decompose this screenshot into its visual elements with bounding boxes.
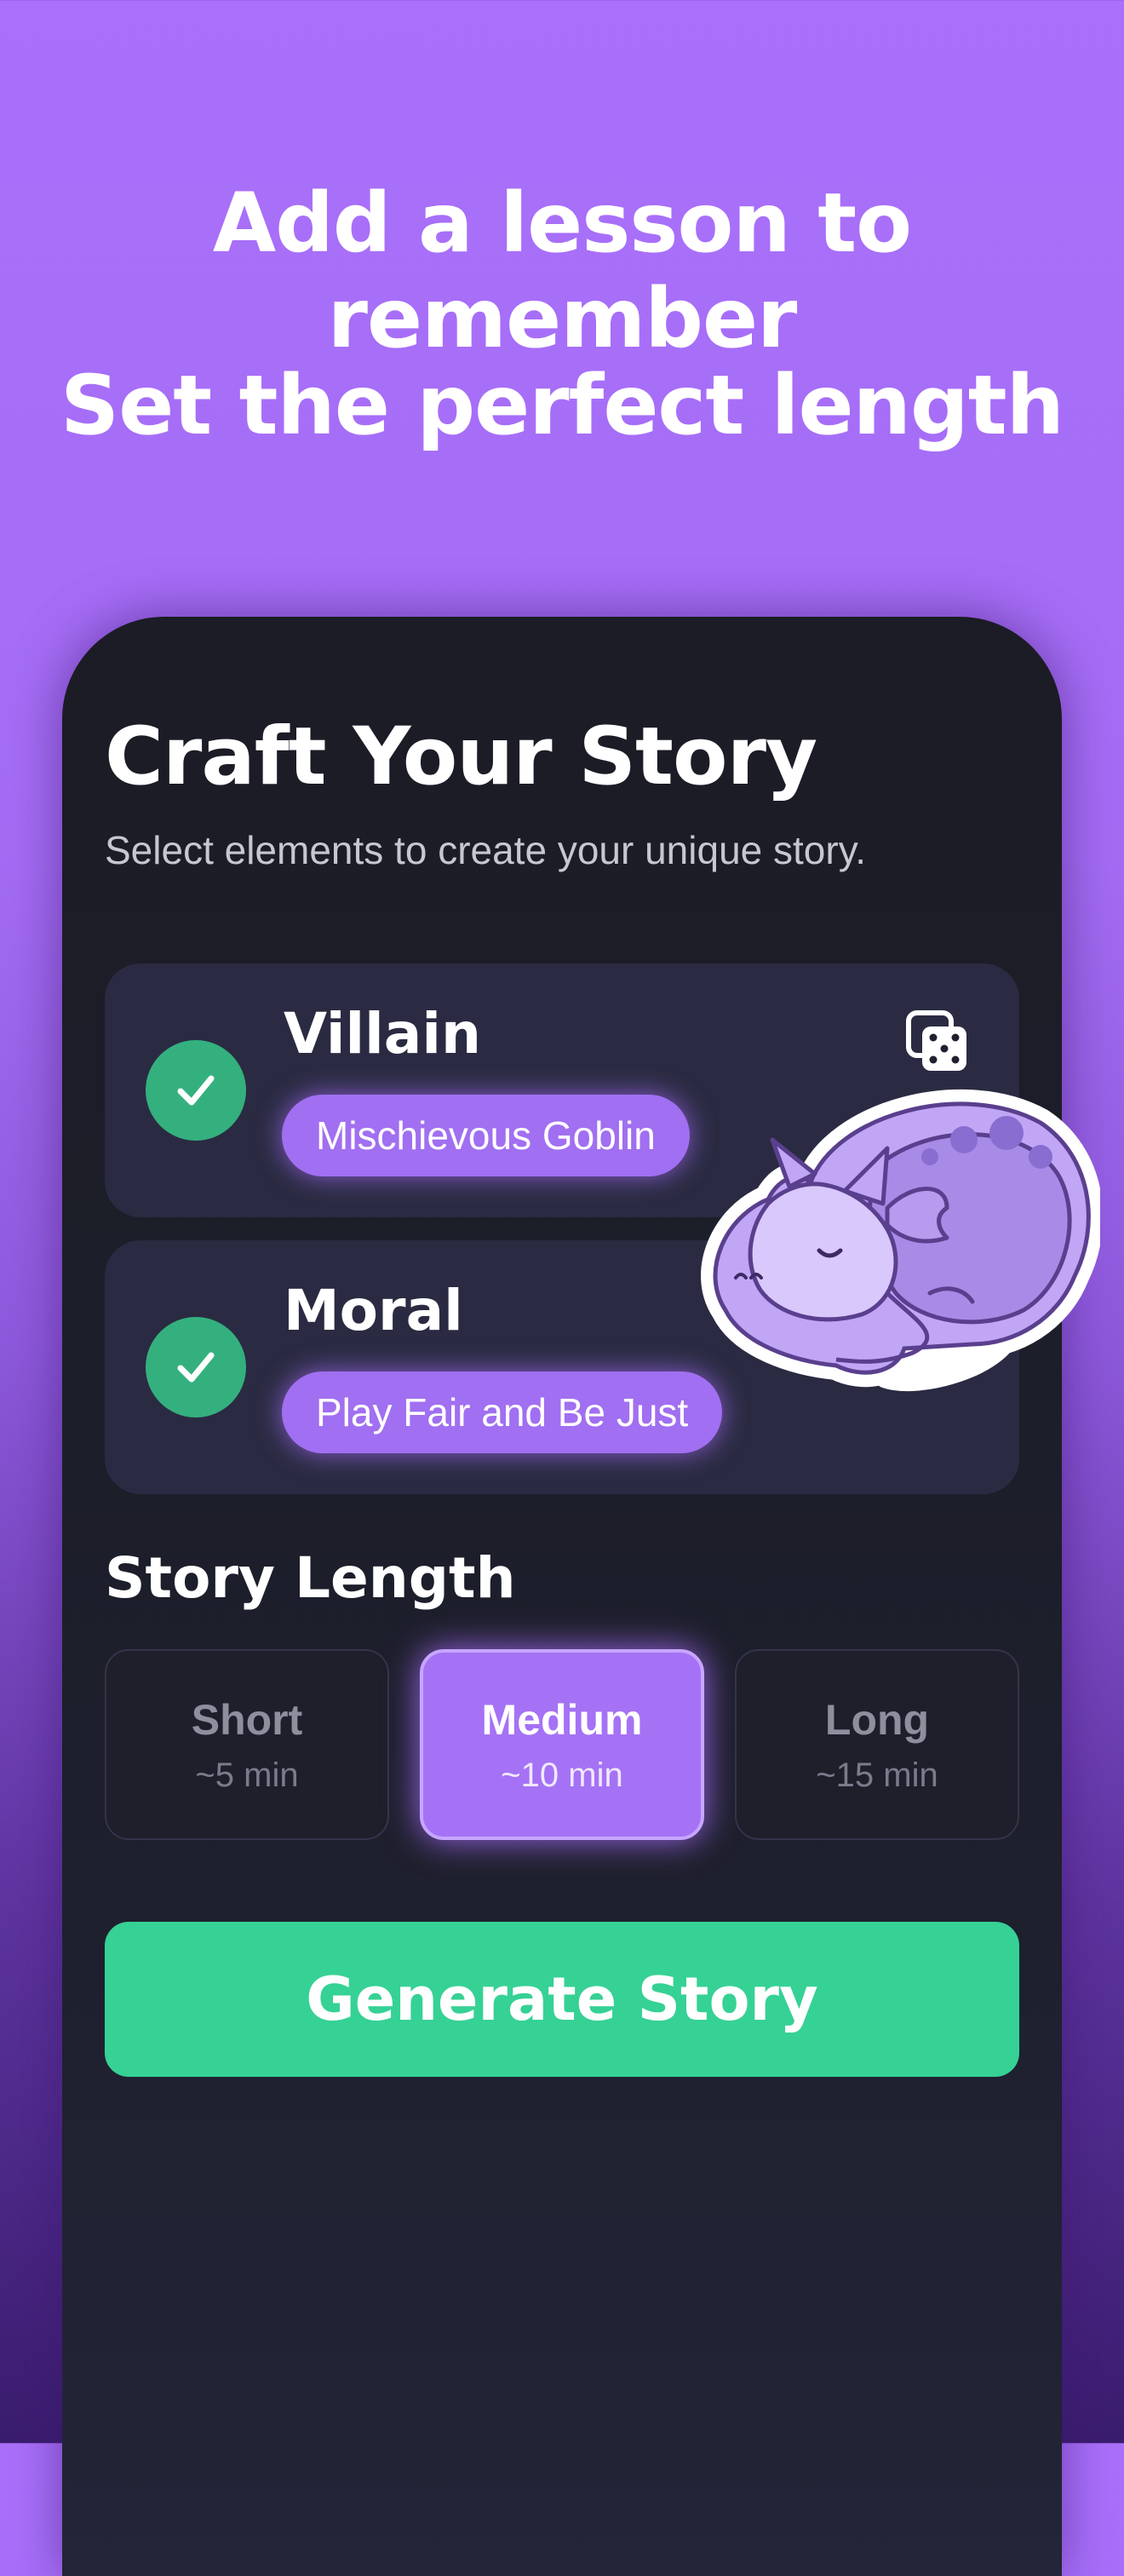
sleeping-dragon-sticker bbox=[701, 1089, 1100, 1392]
headline-primary: Add a lesson to remember bbox=[212, 175, 912, 366]
check-icon bbox=[146, 1317, 246, 1417]
length-option-long[interactable]: Long ~15 min bbox=[735, 1649, 1019, 1840]
length-option-name: Short bbox=[191, 1695, 303, 1744]
element-value-chip[interactable]: Play Fair and Be Just bbox=[282, 1371, 723, 1453]
page-subtitle: Select elements to create your unique st… bbox=[105, 828, 867, 872]
page-title: Craft Your Story bbox=[105, 710, 817, 803]
element-label: Villain bbox=[284, 1001, 481, 1067]
length-option-name: Long bbox=[824, 1695, 930, 1744]
story-length-title: Story Length bbox=[105, 1545, 516, 1611]
element-value-chip[interactable]: Mischievous Goblin bbox=[282, 1095, 690, 1176]
length-option-duration: ~15 min bbox=[816, 1756, 938, 1794]
length-option-short[interactable]: Short ~5 min bbox=[105, 1649, 389, 1840]
check-icon bbox=[146, 1040, 246, 1141]
headline-secondary: Set the perfect length bbox=[60, 358, 1064, 453]
generate-story-button[interactable]: Generate Story bbox=[105, 1922, 1019, 2077]
length-option-duration: ~5 min bbox=[195, 1756, 299, 1794]
length-option-duration: ~10 min bbox=[501, 1756, 623, 1794]
element-label: Moral bbox=[284, 1278, 463, 1343]
dice-icon[interactable] bbox=[905, 1009, 970, 1074]
length-option-medium[interactable]: Medium ~10 min bbox=[420, 1649, 704, 1840]
length-option-name: Medium bbox=[481, 1695, 643, 1744]
phone-screen: Craft Your Story Select elements to crea… bbox=[62, 617, 1062, 2576]
